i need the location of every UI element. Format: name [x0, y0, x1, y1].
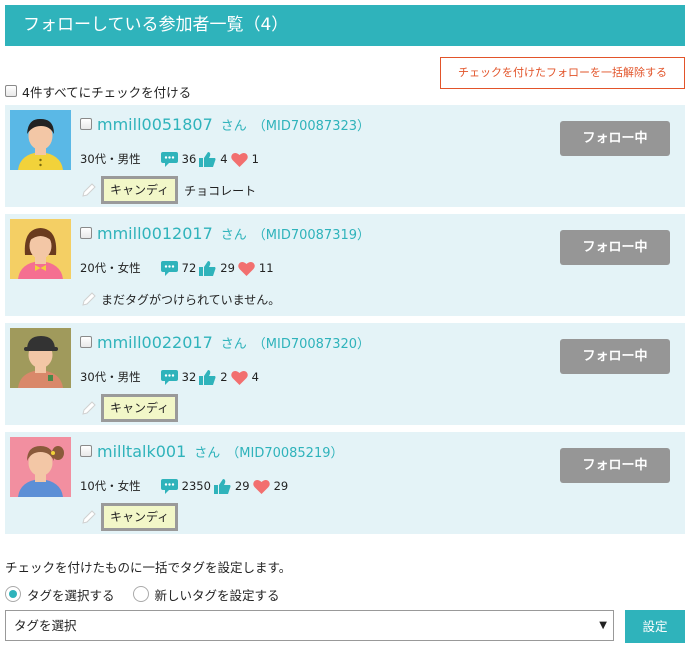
pencil-icon[interactable] — [81, 182, 97, 198]
demographic: 30代・男性 — [80, 370, 141, 384]
username-link[interactable]: mmill0051807 — [97, 115, 213, 134]
honorific: さん — [220, 118, 247, 134]
demographic: 20代・女性 — [80, 261, 141, 275]
check-all-checkbox[interactable] — [5, 85, 17, 97]
heart-count: 29 — [273, 479, 289, 493]
following-button[interactable]: フォロー中 — [560, 448, 670, 483]
tag-mode-radio-group: タグを選択する 新しいタグを設定する — [5, 585, 280, 603]
pencil-icon[interactable] — [81, 291, 97, 307]
pencil-icon[interactable] — [81, 400, 97, 416]
heart-icon — [252, 479, 270, 494]
comment-count: 72 — [181, 261, 197, 275]
comment-count: 32 — [181, 370, 197, 384]
user-select-checkbox[interactable] — [80, 336, 92, 348]
heart-count: 11 — [258, 261, 274, 275]
user-select-checkbox[interactable] — [80, 445, 92, 457]
thumbs-up-icon — [199, 151, 216, 167]
radio-new-tag[interactable] — [132, 586, 149, 602]
avatar[interactable] — [10, 110, 71, 170]
radio-new-tag-label[interactable]: 新しいタグを設定する — [155, 585, 280, 604]
heart-icon — [230, 152, 248, 167]
user-select-checkbox[interactable] — [80, 227, 92, 239]
tag-select-dropdown[interactable]: タグを選択 ▼ — [5, 610, 614, 641]
comment-icon — [160, 478, 178, 494]
following-button[interactable]: フォロー中 — [560, 230, 670, 265]
honorific: さん — [220, 227, 247, 243]
user-card-4: milltalk001 さん （MID70085219） 10代・女性 2350… — [5, 432, 685, 534]
member-id: （MID70087319） — [252, 227, 371, 243]
heart-icon — [230, 370, 248, 385]
username-link[interactable]: mmill0022017 — [97, 333, 213, 352]
thumbs-up-icon — [199, 260, 216, 276]
user-card-1: mmill0051807 さん （MID70087323） 30代・男性 36 … — [5, 105, 685, 207]
pencil-icon[interactable] — [81, 509, 97, 525]
heart-count: 4 — [251, 370, 259, 384]
page-title: フォローしている参加者一覧（4） — [5, 5, 685, 46]
comment-icon — [160, 151, 178, 167]
user-select-checkbox[interactable] — [80, 118, 92, 130]
comment-icon — [160, 260, 178, 276]
following-button[interactable]: フォロー中 — [560, 121, 670, 156]
bulk-tag-description: チェックを付けたものに一括でタグを設定します。 — [5, 560, 292, 575]
like-count: 29 — [234, 479, 250, 493]
tag-select-value: タグを選択 — [14, 618, 77, 633]
user-card-3: mmill0022017 さん （MID70087320） 30代・男性 32 … — [5, 323, 685, 425]
avatar[interactable] — [10, 328, 71, 388]
following-button[interactable]: フォロー中 — [560, 339, 670, 374]
like-count: 29 — [220, 261, 235, 275]
heart-count: 1 — [251, 152, 259, 166]
user-card-2: mmill0012017 さん （MID70087319） 20代・女性 72 … — [5, 214, 685, 316]
tag-chip[interactable]: キャンディ — [101, 394, 179, 422]
tag-chip[interactable]: キャンディ — [101, 503, 179, 531]
tag-chip[interactable]: チョコレート — [184, 182, 256, 199]
like-count: 2 — [220, 370, 228, 384]
radio-select-tag[interactable] — [5, 586, 21, 602]
avatar[interactable] — [10, 219, 71, 279]
comment-icon — [160, 369, 178, 385]
comment-count: 2350 — [181, 479, 211, 493]
heart-icon — [238, 261, 255, 276]
thumbs-up-icon — [199, 369, 216, 385]
honorific: さん — [194, 445, 221, 461]
honorific: さん — [220, 336, 247, 352]
bulk-unfollow-button[interactable]: チェックを付けたフォローを一括解除する — [440, 57, 685, 89]
thumbs-up-icon — [213, 478, 231, 494]
avatar[interactable] — [10, 437, 71, 497]
demographic: 30代・男性 — [80, 152, 141, 166]
check-all-label: 4件すべてにチェックを付ける — [22, 84, 192, 100]
chevron-down-icon: ▼ — [599, 620, 607, 631]
username-link[interactable]: mmill0012017 — [97, 224, 213, 243]
member-id: （MID70085219） — [226, 445, 344, 461]
member-id: （MID70087323） — [252, 118, 371, 134]
like-count: 4 — [220, 152, 228, 166]
no-tag-message: まだタグがつけられていません。 — [101, 292, 281, 307]
comment-count: 36 — [181, 152, 197, 166]
demographic: 10代・女性 — [80, 479, 141, 493]
username-link[interactable]: milltalk001 — [97, 442, 186, 461]
set-tag-button[interactable]: 設定 — [625, 610, 685, 643]
check-all-row[interactable]: 4件すべてにチェックを付ける — [5, 83, 192, 100]
tag-chip[interactable]: キャンディ — [101, 176, 179, 204]
member-id: （MID70087320） — [252, 336, 371, 352]
radio-select-tag-label[interactable]: タグを選択する — [27, 585, 115, 604]
